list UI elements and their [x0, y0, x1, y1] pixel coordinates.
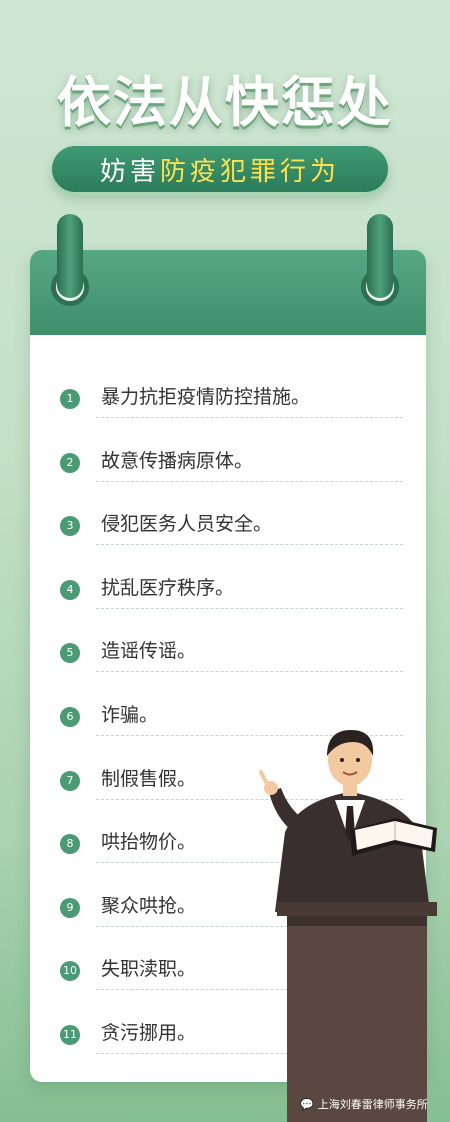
- raised-arm: [269, 788, 307, 832]
- divider: [96, 480, 403, 482]
- watermark-text: 上海刘春雷律师事务所: [317, 1098, 428, 1111]
- binder-ring-right: [367, 214, 393, 298]
- item-text: 失职渎职。: [101, 958, 197, 981]
- divider: [96, 544, 403, 546]
- subtitle-banner: 妨害 防疫犯罪行为: [52, 146, 388, 192]
- item-number: 8: [60, 834, 80, 855]
- divider: [96, 671, 403, 673]
- list-item: 4 扰乱医疗秩序。: [58, 569, 403, 609]
- item-number: 7: [60, 770, 80, 791]
- item-number: 6: [60, 706, 80, 727]
- item-text: 造谣传谣。: [101, 640, 197, 663]
- eye-left: [340, 758, 344, 762]
- pointing-finger: [259, 770, 269, 786]
- subtitle-part2: 防疫犯罪行为: [160, 156, 341, 187]
- list-item: 1 暴力抗拒疫情防控措施。: [58, 378, 403, 418]
- item-text: 贪污挪用。: [101, 1021, 197, 1044]
- list-item: 3 侵犯医务人员安全。: [58, 505, 403, 546]
- podium-body: [287, 916, 427, 1122]
- item-text: 诈骗。: [101, 703, 159, 726]
- item-number: 5: [60, 643, 80, 664]
- subtitle-part1: 妨害: [99, 156, 160, 187]
- item-number: 1: [60, 389, 80, 409]
- item-number: 10: [60, 961, 80, 982]
- wechat-icon: 💬: [300, 1097, 314, 1111]
- item-number: 3: [60, 516, 80, 537]
- watermark: 💬 上海刘春雷律师事务所: [300, 1096, 428, 1112]
- page-title: 依法从快惩处: [57, 71, 393, 134]
- item-number: 4: [60, 579, 80, 600]
- divider: [96, 417, 403, 418]
- item-text: 扰乱医疗秩序。: [101, 576, 235, 599]
- binder-ring-left: [57, 214, 83, 298]
- lawyer-illustration: [259, 730, 437, 1122]
- item-text: 暴力抗拒疫情防控措施。: [101, 386, 311, 408]
- item-number: 11: [60, 1024, 80, 1045]
- eye-right: [356, 758, 360, 762]
- item-number: 2: [60, 452, 80, 473]
- item-text: 聚众哄抢。: [101, 894, 197, 917]
- item-text: 侵犯医务人员安全。: [101, 513, 273, 536]
- item-text: 制假售假。: [101, 767, 197, 790]
- item-number: 9: [60, 897, 80, 918]
- list-item: 5 造谣传谣。: [58, 632, 403, 673]
- divider: [96, 607, 403, 609]
- list-item: 2 故意传播病原体。: [58, 442, 403, 482]
- item-text: 哄抬物价。: [101, 831, 197, 854]
- podium-top: [277, 902, 437, 916]
- item-text: 故意传播病原体。: [101, 449, 254, 472]
